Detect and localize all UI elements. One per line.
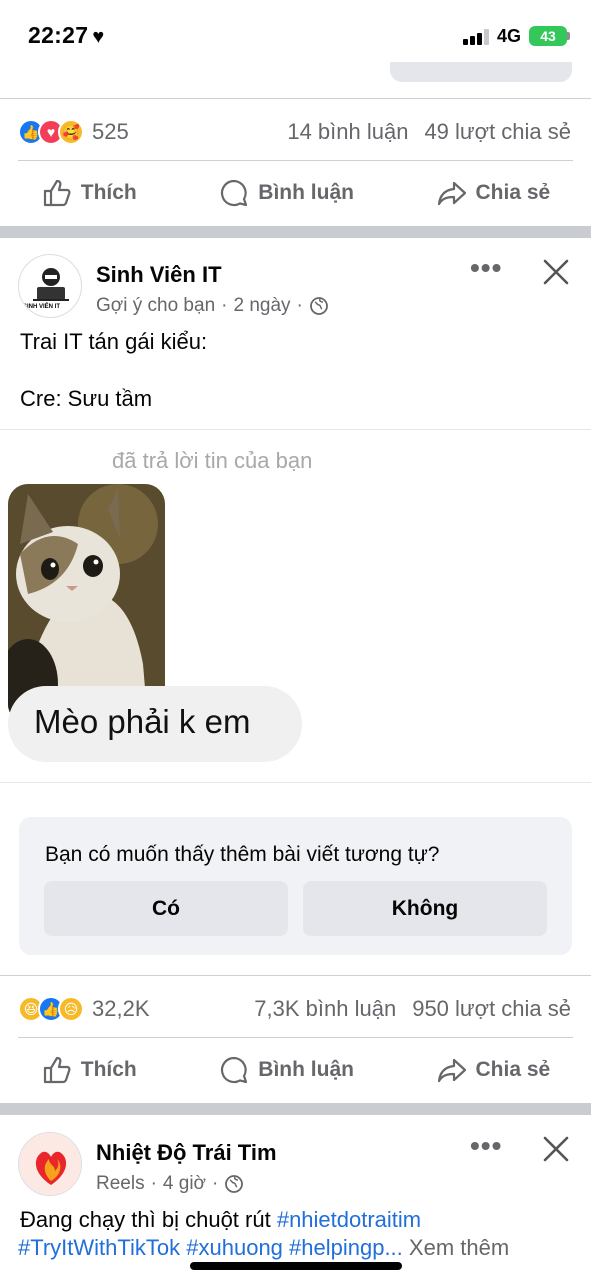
share-button[interactable]: Chia sẻ <box>436 1054 551 1086</box>
post-time: 2 ngày <box>233 295 291 316</box>
share-button[interactable]: Chia sẻ <box>436 177 551 209</box>
see-more-link[interactable]: Xem thêm <box>409 1235 509 1260</box>
no-button[interactable]: Không <box>303 881 547 936</box>
yes-button[interactable]: Có <box>44 881 288 936</box>
post-caption-line: Đang chạy thì bị chuột rút #nhietdotrait… <box>20 1207 421 1233</box>
divider <box>0 782 591 783</box>
post-meta: Gợi ý cho bạn · 2 ngày · <box>96 295 329 317</box>
reels-label: Reels <box>96 1173 145 1194</box>
close-icon[interactable] <box>540 256 572 288</box>
cellular-signal-icon <box>463 29 489 45</box>
caption-text: Đang chạy thì bị chuột rút <box>20 1207 271 1232</box>
post-caption-line: #TryItWithTikTok #xuhuong #helpingp... X… <box>18 1235 509 1261</box>
post-text-line: Cre: Sưu tầm <box>20 386 153 411</box>
comment-count[interactable]: 7,3K bình luận <box>254 996 396 1022</box>
post-separator <box>0 1103 591 1115</box>
survey-question: Bạn có muốn thấy thêm bài viết tương tự? <box>45 843 440 866</box>
post1-action-bar: Thích Bình luận Chia sẻ <box>0 161 591 225</box>
close-icon[interactable] <box>540 1133 572 1165</box>
share-count[interactable]: 950 lượt chia sẻ <box>412 996 571 1022</box>
suggested-label: Gợi ý cho bạn <box>96 295 216 316</box>
like-label: Thích <box>80 1058 137 1081</box>
comment-count[interactable]: 14 bình luận <box>287 119 408 145</box>
previous-post-remnant <box>390 62 572 82</box>
comment-button[interactable]: Bình luận <box>218 1054 354 1086</box>
post2-engagement: 7,3K bình luận 950 lượt chia sẻ <box>254 989 571 1029</box>
comment-label: Bình luận <box>258 1058 354 1081</box>
reaction-count: 525 <box>92 119 129 144</box>
page-name[interactable]: Nhiệt Độ Trái Tim <box>96 1140 277 1166</box>
hashtag-link[interactable]: #nhietdotraitim <box>277 1207 421 1232</box>
flame-heart-icon <box>19 1133 81 1195</box>
post2-action-bar: Thích Bình luận Chia sẻ <box>0 1038 591 1102</box>
like-button[interactable]: Thích <box>41 1054 137 1086</box>
chat-message: Mèo phải k em <box>34 703 251 740</box>
share-label: Chia sẻ <box>475 181 551 204</box>
post-time: 4 giờ <box>162 1173 206 1194</box>
feedback-survey: Bạn có muốn thấy thêm bài viết tương tự?… <box>19 817 572 955</box>
heart-icon: ♥ <box>92 26 105 48</box>
status-time: 22:27 ♥ <box>28 22 105 49</box>
globe-icon <box>309 297 328 315</box>
more-options-icon[interactable]: ••• <box>470 252 502 284</box>
more-options-icon[interactable]: ••• <box>470 1130 502 1162</box>
battery-icon: 43 <box>529 26 567 46</box>
battery-tip <box>567 32 570 40</box>
hashtag-links[interactable]: #TryItWithTikTok #xuhuong #helpingp... <box>18 1235 403 1260</box>
reaction-count: 32,2K <box>92 996 150 1021</box>
share-arrow-icon <box>437 181 466 206</box>
dot-separator: · <box>150 1173 157 1194</box>
post1-reactions[interactable]: 👍 ♥ 🥰 525 <box>18 112 129 152</box>
globe-icon <box>225 1175 244 1193</box>
post-meta: Reels · 4 giờ · <box>96 1173 244 1195</box>
speech-bubble-icon <box>221 1056 248 1084</box>
dot-separator: · <box>221 295 228 316</box>
post1-engagement: 14 bình luận 49 lượt chia sẻ <box>287 112 571 152</box>
speech-bubble-icon <box>221 179 248 207</box>
share-label: Chia sẻ <box>475 1058 551 1081</box>
divider <box>0 98 591 99</box>
sad-reaction-icon: 😥 <box>58 996 84 1022</box>
post-image[interactable]: đã trả lời tin của bạn Mèo phải k em <box>0 430 591 782</box>
like-label: Thích <box>80 181 137 204</box>
page-avatar[interactable] <box>18 1132 82 1196</box>
reply-label: đã trả lời tin của bạn <box>112 448 313 473</box>
post2-reactions[interactable]: 😆 👍 😥 32,2K <box>18 989 150 1029</box>
comment-label: Bình luận <box>258 181 354 204</box>
thumbs-up-icon <box>43 179 71 207</box>
status-bar: 22:27 ♥ 4G 43 <box>0 0 591 68</box>
dot-separator: · <box>296 295 303 316</box>
like-button[interactable]: Thích <box>41 177 137 209</box>
post-separator <box>0 226 591 238</box>
post-text-line: Trai IT tán gái kiểu: <box>20 329 208 354</box>
avatar-caption: SINH VIÊN IT <box>23 304 61 310</box>
page-avatar[interactable]: SINH VIÊN IT <box>18 254 82 318</box>
thumbs-up-icon <box>43 1056 71 1084</box>
share-count[interactable]: 49 lượt chia sẻ <box>424 119 571 145</box>
divider <box>0 975 591 976</box>
dot-separator: · <box>212 1173 219 1194</box>
care-reaction-icon: 🥰 <box>58 119 84 145</box>
share-arrow-icon <box>437 1058 466 1083</box>
comment-button[interactable]: Bình luận <box>218 177 354 209</box>
network-type: 4G <box>497 26 522 46</box>
page-name[interactable]: Sinh Viên IT <box>96 262 222 288</box>
chat-bubble: Mèo phải k em <box>8 686 302 762</box>
clock-text: 22:27 <box>28 22 89 48</box>
home-indicator[interactable] <box>190 1262 402 1270</box>
